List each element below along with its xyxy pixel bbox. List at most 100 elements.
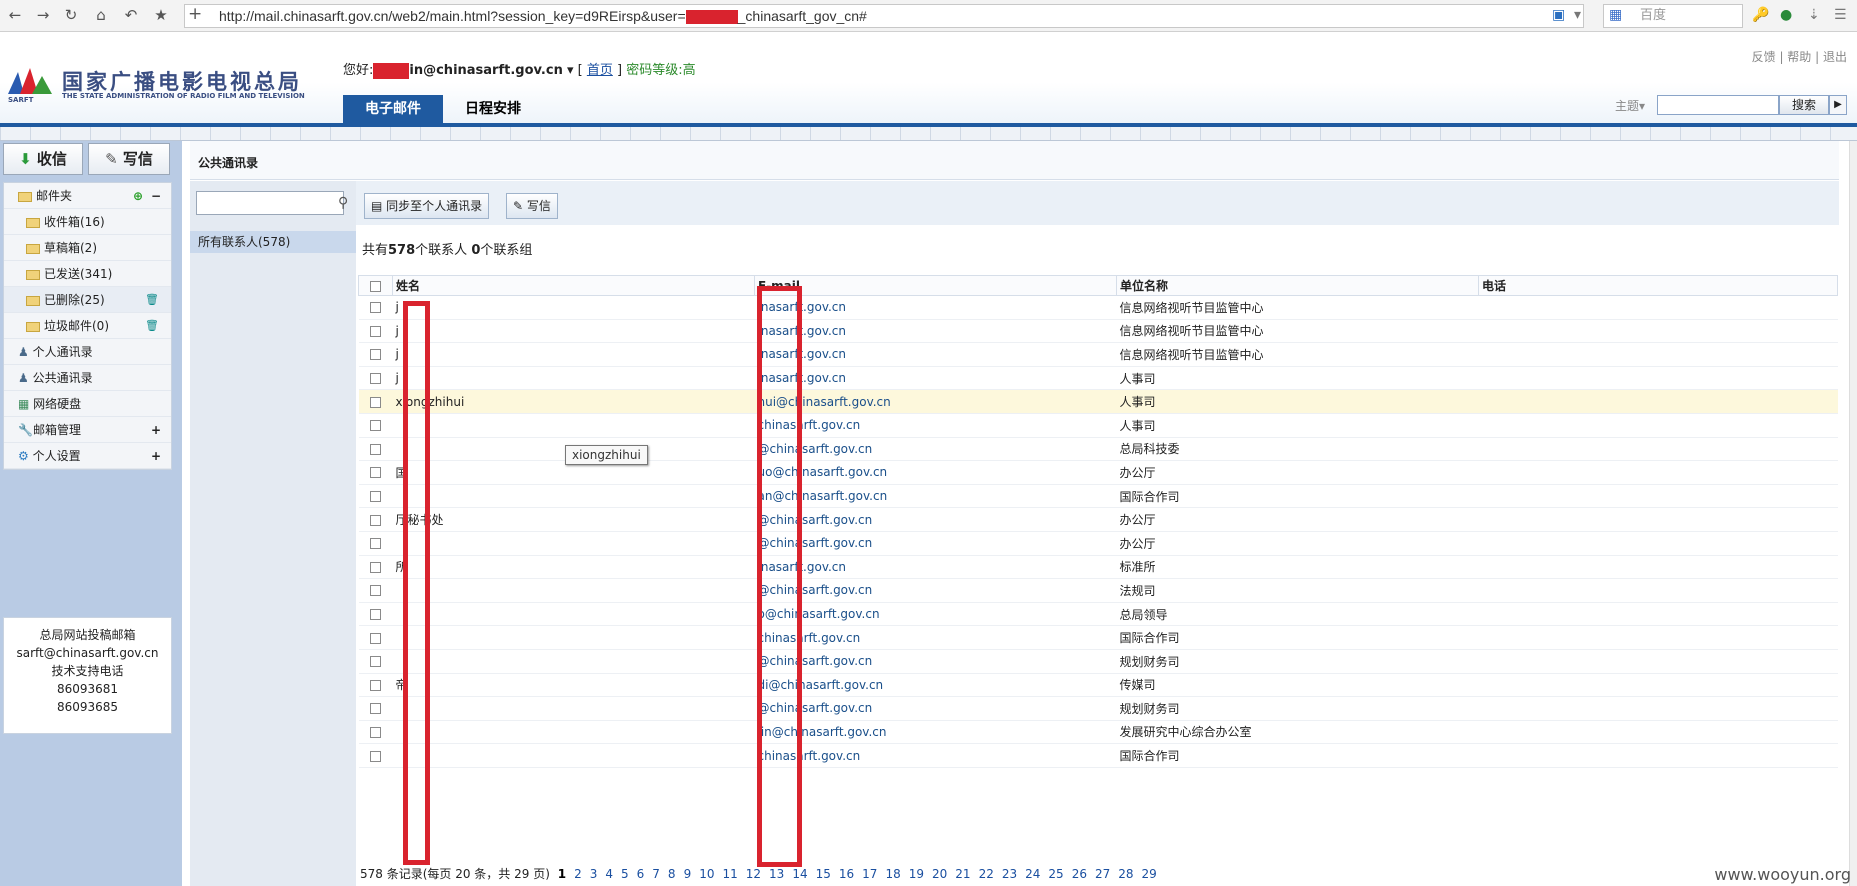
chevron-down-icon[interactable]: ▾ xyxy=(567,63,574,78)
row-checkbox[interactable] xyxy=(358,555,393,580)
url-dropdown-icon[interactable]: ▾ xyxy=(1574,7,1581,23)
row-checkbox[interactable] xyxy=(358,389,393,414)
folder-sent[interactable]: 已发送(341) xyxy=(4,261,171,287)
search-engine-icon[interactable]: ▦ xyxy=(1609,7,1622,23)
row-checkbox[interactable] xyxy=(358,625,393,650)
back-icon[interactable]: ← xyxy=(6,6,24,24)
row-checkbox[interactable] xyxy=(358,720,393,745)
ie-compat-icon[interactable]: ▣ xyxy=(1552,7,1565,23)
row-checkbox[interactable] xyxy=(358,460,393,485)
page-link[interactable]: 23 xyxy=(1002,867,1017,881)
contact-name[interactable]: 所 xyxy=(392,555,755,580)
table-row[interactable]: 帝 di@chinasarft.gov.cn 传媒司 xyxy=(358,673,1838,698)
page-link[interactable]: 22 xyxy=(979,867,994,881)
tab-schedule[interactable]: 日程安排 xyxy=(448,95,538,123)
contact-email[interactable]: chinasarft.gov.cn xyxy=(754,413,1117,438)
page-link[interactable]: 21 xyxy=(955,867,970,881)
page-link[interactable]: 20 xyxy=(932,867,947,881)
forward-icon[interactable]: → xyxy=(34,6,52,24)
sync-button[interactable]: ▤ 同步至个人通讯录 xyxy=(364,193,490,219)
row-checkbox[interactable] xyxy=(358,484,393,509)
logout-link[interactable]: 退出 xyxy=(1823,50,1847,64)
page-link[interactable]: 6 xyxy=(637,867,645,881)
page-link[interactable]: 15 xyxy=(816,867,831,881)
search-button[interactable]: 搜索 xyxy=(1779,95,1829,115)
contact-email[interactable]: jin@chinasarft.gov.cn xyxy=(754,720,1117,745)
trash-icon[interactable]: 🗑 xyxy=(145,313,159,339)
folders-header[interactable]: 邮件夹 ⊕ − xyxy=(4,183,171,209)
nav-public-contacts[interactable]: ♟ 公共通讯录 xyxy=(4,365,171,391)
mail-search-input[interactable] xyxy=(1657,95,1779,115)
row-checkbox[interactable] xyxy=(358,366,393,391)
page-link[interactable]: 17 xyxy=(862,867,877,881)
table-row[interactable]: chinasarft.gov.cn 人事司 xyxy=(358,413,1838,438)
page-link[interactable]: 16 xyxy=(839,867,854,881)
page-link[interactable]: 24 xyxy=(1025,867,1040,881)
menu-icon[interactable]: ☰ xyxy=(1834,7,1847,23)
contact-email[interactable]: o@chinasarft.gov.cn xyxy=(754,602,1117,627)
page-link[interactable]: 12 xyxy=(746,867,761,881)
write-button[interactable]: ✎ 写信 xyxy=(506,193,558,219)
browser-search-input[interactable]: 百度 xyxy=(1603,4,1743,28)
search-icon[interactable]: ⚲ xyxy=(338,195,348,211)
reload-icon[interactable]: ↻ xyxy=(62,6,80,24)
contact-name[interactable] xyxy=(392,578,755,603)
contact-name[interactable] xyxy=(392,531,755,556)
page-link[interactable]: 5 xyxy=(621,867,629,881)
table-row[interactable]: j inasarft.gov.cn 信息网络视听节目监管中心 xyxy=(358,295,1838,320)
home-icon[interactable]: ⌂ xyxy=(92,6,110,24)
trash-icon[interactable]: 🗑 xyxy=(145,287,159,313)
nav-network-disk[interactable]: ▦ 网络硬盘 xyxy=(4,391,171,417)
contact-email[interactable]: inasarft.gov.cn xyxy=(754,342,1117,367)
download-icon[interactable]: ⇣ xyxy=(1808,7,1820,23)
expand-icon[interactable]: + xyxy=(151,443,161,469)
table-row[interactable]: j inasarft.gov.cn 信息网络视听节目监管中心 xyxy=(358,342,1838,367)
folder-deleted[interactable]: 已删除(25) 🗑 xyxy=(4,287,171,313)
contact-name[interactable]: j xyxy=(392,366,755,391)
page-link[interactable]: 13 xyxy=(769,867,784,881)
all-contacts-item[interactable]: 所有联系人(578) xyxy=(190,231,356,253)
table-row[interactable]: o@chinasarft.gov.cn 总局领导 xyxy=(358,602,1838,627)
table-row[interactable]: @chinasarft.gov.cn 规划财务司 xyxy=(358,649,1838,674)
page-link[interactable]: 19 xyxy=(909,867,924,881)
contact-email[interactable]: inasarft.gov.cn xyxy=(754,319,1117,344)
nav-mailbox-management[interactable]: 🔧邮箱管理 + xyxy=(4,417,171,443)
contact-name[interactable] xyxy=(392,484,755,509)
help-link[interactable]: 帮助 xyxy=(1787,50,1811,64)
contact-name[interactable]: j xyxy=(392,342,755,367)
page-link[interactable]: 2 xyxy=(574,867,582,881)
row-checkbox[interactable] xyxy=(358,673,393,698)
tab-email[interactable]: 电子邮件 xyxy=(343,95,443,123)
contact-name[interactable] xyxy=(392,743,755,768)
table-row[interactable]: j inasarft.gov.cn 信息网络视听节目监管中心 xyxy=(358,319,1838,344)
contact-email[interactable]: an@chinasarft.gov.cn xyxy=(754,484,1117,509)
scrollbar[interactable] xyxy=(1849,141,1857,886)
user-icon[interactable]: ● xyxy=(1780,7,1792,23)
search-options-icon[interactable]: ▶ xyxy=(1829,95,1847,115)
row-checkbox[interactable] xyxy=(358,319,393,344)
row-checkbox[interactable] xyxy=(358,602,393,627)
page-link[interactable]: 9 xyxy=(684,867,692,881)
history-icon[interactable]: ↶ xyxy=(122,6,140,24)
page-link[interactable]: 14 xyxy=(792,867,807,881)
table-row[interactable]: chinasarft.gov.cn 国际合作司 xyxy=(358,625,1838,650)
table-row[interactable]: @chinasarft.gov.cn 法规司 xyxy=(358,578,1838,603)
feedback-link[interactable]: 反馈 xyxy=(1752,50,1776,64)
address-bar[interactable]: http://mail.chinasarft.gov.cn/web2/main.… xyxy=(184,4,1584,28)
contact-email[interactable]: uo@chinasarft.gov.cn xyxy=(754,460,1117,485)
table-row[interactable]: jin@chinasarft.gov.cn 发展研究中心综合办公室 xyxy=(358,720,1838,745)
add-folder-icon[interactable]: ⊕ xyxy=(133,183,143,209)
folder-drafts[interactable]: 草稿箱(2) xyxy=(4,235,171,261)
select-all-checkbox[interactable] xyxy=(358,275,393,296)
collapse-icon[interactable]: − xyxy=(151,183,161,209)
contact-email[interactable]: inasarft.gov.cn xyxy=(754,295,1117,320)
contact-name[interactable]: 厅秘书处 xyxy=(392,507,755,532)
page-link[interactable]: 27 xyxy=(1095,867,1110,881)
page-link[interactable]: 25 xyxy=(1048,867,1063,881)
compose-button[interactable]: ✎ 写信 xyxy=(88,143,170,175)
expand-icon[interactable]: + xyxy=(151,417,161,443)
contact-email[interactable]: inasarft.gov.cn xyxy=(754,555,1117,580)
contact-email[interactable]: @chinasarft.gov.cn xyxy=(754,507,1117,532)
page-link[interactable]: 26 xyxy=(1072,867,1087,881)
page-link[interactable]: 7 xyxy=(652,867,660,881)
